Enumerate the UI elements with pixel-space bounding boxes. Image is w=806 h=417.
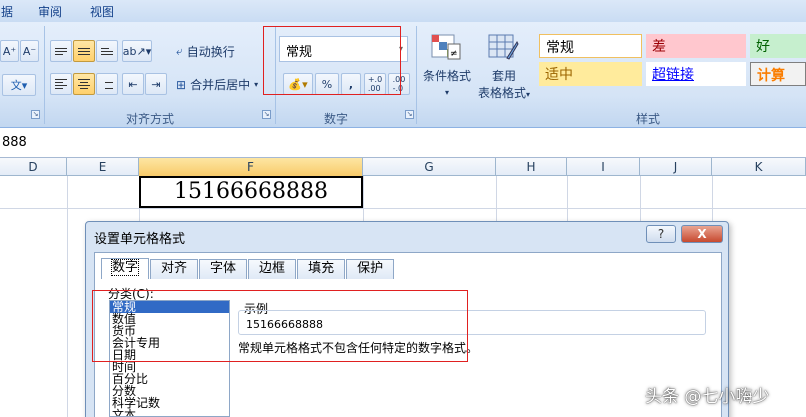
tab-fill[interactable]: 填充 (297, 259, 346, 279)
align-middle-button[interactable] (73, 40, 95, 62)
chevron-down-icon: ▾ (444, 88, 449, 97)
chevron-down-icon: ▾ (254, 80, 259, 89)
number-dialog-launcher-icon[interactable]: ↘ (405, 110, 414, 119)
orientation-button[interactable]: ab↗▾ (122, 40, 152, 62)
increase-indent-button[interactable]: ⇥ (145, 73, 167, 95)
column-header-i[interactable]: I (567, 158, 640, 176)
font-dialog-launcher-icon[interactable]: ↘ (31, 110, 40, 119)
highlight-box-number-format (263, 26, 401, 95)
svg-text:≠: ≠ (450, 49, 458, 59)
merge-center-button[interactable]: ⊞ 合并后居中 ▾ (176, 76, 258, 93)
tab-alignment[interactable]: 对齐 (150, 259, 199, 279)
category-item[interactable]: 文本 (110, 409, 229, 416)
grid-line (67, 176, 68, 417)
style-neutral[interactable]: 适中 (539, 62, 642, 86)
help-button[interactable]: ? (646, 225, 676, 243)
style-hyperlink[interactable]: 超链接 (646, 62, 746, 86)
formula-bar-content[interactable]: 888 (2, 135, 27, 150)
column-header-h[interactable]: H (496, 158, 567, 176)
tab-font[interactable]: 字体 (199, 259, 248, 279)
conditional-format-button[interactable]: 条件格式 ▾ (422, 67, 472, 98)
watermark: 头条 @七小嗨少 (645, 387, 770, 407)
column-header-e[interactable]: E (67, 158, 139, 176)
conditional-format-icon: ≠ (431, 34, 461, 60)
align-bottom-button[interactable] (96, 40, 118, 62)
align-right-button[interactable] (96, 73, 118, 95)
tab-view[interactable]: 视图 (90, 3, 114, 20)
merge-center-icon: ⊞ (176, 77, 187, 92)
increase-indent-icon: ⇥ (151, 77, 161, 91)
align-left-button[interactable] (50, 73, 72, 95)
tab-number[interactable]: 数字 (101, 258, 150, 279)
align-center-icon (78, 79, 90, 89)
align-middle-icon (78, 47, 90, 55)
style-bad[interactable]: 差 (646, 34, 746, 58)
column-headers: D E F G H I J K (0, 158, 806, 176)
group-separator (416, 26, 417, 124)
column-header-k[interactable]: K (712, 158, 806, 176)
group-label-alignment: 对齐方式 (126, 112, 175, 126)
grow-font-button[interactable]: A⁺ (0, 40, 19, 62)
group-label-styles: 样式 (636, 112, 661, 126)
style-normal[interactable]: 常规 (539, 34, 642, 58)
tab-protection[interactable]: 保护 (346, 259, 395, 279)
format-as-table-icon (488, 34, 519, 60)
format-as-table-button[interactable]: 套用 表格格式▾ (474, 67, 534, 101)
group-separator (44, 26, 45, 124)
dialog-tabs: 数字 对齐 字体 边框 填充 保护 (101, 258, 395, 279)
decrease-indent-button[interactable]: ⇤ (122, 73, 144, 95)
wrap-text-button[interactable]: ⤶ 自动换行 (176, 43, 235, 60)
column-header-d[interactable]: D (0, 158, 67, 176)
tab-review[interactable]: 审阅 (38, 3, 62, 20)
group-label-number: 数字 (324, 112, 349, 126)
column-header-j[interactable]: J (640, 158, 712, 176)
align-right-icon (101, 79, 113, 89)
shrink-font-button[interactable]: A⁻ (20, 40, 39, 62)
align-top-icon (55, 47, 67, 55)
formula-bar[interactable]: 888 (0, 128, 806, 158)
ribbon-tab-bar: 据 审阅 视图 (0, 0, 806, 22)
excel-window: 据 审阅 视图 A⁺ A⁻ 文 ▾ ↘ ab↗▾ ⇤ ⇥ ⤶ 自动换行 ⊞ 合并后居中… (0, 0, 806, 417)
chevron-down-icon: ▾ (526, 90, 531, 99)
wrap-text-icon: ⤶ (176, 44, 183, 58)
align-left-icon (55, 79, 67, 89)
tab-border[interactable]: 边框 (248, 259, 297, 279)
alignment-dialog-launcher-icon[interactable]: ↘ (262, 110, 271, 119)
orientation-icon: ab↗▾ (122, 44, 152, 58)
active-cell-f[interactable]: 15166668888 (139, 176, 363, 208)
column-header-f[interactable]: F (139, 158, 363, 176)
style-calculation[interactable]: 计算 (750, 62, 806, 86)
tab-data[interactable]: 据 (1, 3, 13, 20)
dialog-title: 设置单元格格式 (94, 232, 186, 247)
align-top-button[interactable] (50, 40, 72, 62)
decrease-indent-icon: ⇤ (128, 77, 138, 91)
column-header-g[interactable]: G (363, 158, 496, 176)
close-button[interactable]: X (681, 225, 723, 243)
align-center-button[interactable] (73, 73, 95, 95)
phonetic-guide-button[interactable]: 文 ▾ (2, 74, 36, 96)
highlight-box-dialog (92, 290, 468, 362)
grid-line (0, 208, 806, 209)
style-good[interactable]: 好 (750, 34, 806, 58)
align-bottom-icon (101, 47, 113, 55)
